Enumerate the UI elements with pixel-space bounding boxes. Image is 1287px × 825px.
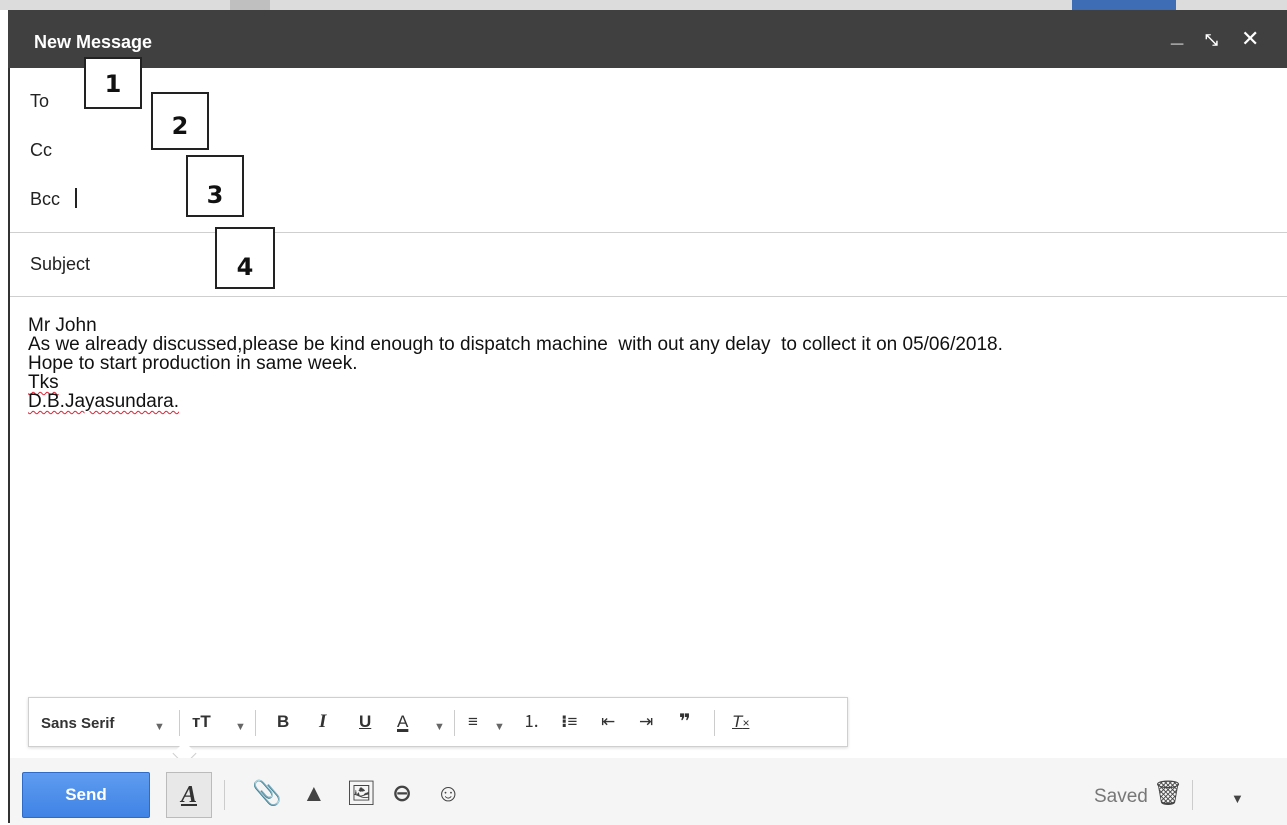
text-cursor bbox=[75, 188, 78, 208]
emoji-icon[interactable]: ☺ bbox=[436, 780, 461, 808]
save-status: Saved bbox=[1094, 786, 1148, 807]
chevron-down-icon[interactable]: ▼ bbox=[154, 717, 165, 737]
separator bbox=[179, 710, 180, 736]
chevron-down-icon[interactable]: ▼ bbox=[434, 717, 445, 737]
compose-titlebar[interactable]: New Message _ ⤡ ✕ bbox=[8, 10, 1287, 68]
link-icon[interactable]: ⊖ bbox=[392, 780, 412, 808]
font-size-icon[interactable]: ᴛT bbox=[192, 712, 211, 732]
to-field[interactable]: To bbox=[30, 91, 49, 112]
separator bbox=[224, 780, 225, 810]
separator bbox=[255, 710, 256, 736]
text-color-icon[interactable]: A bbox=[397, 712, 408, 732]
quote-icon[interactable]: ❞ bbox=[679, 712, 691, 732]
separator bbox=[714, 710, 715, 736]
bcc-field[interactable]: Bcc bbox=[30, 188, 78, 210]
bulleted-list-icon[interactable]: ⁝≡ bbox=[561, 712, 577, 732]
italic-icon[interactable]: I bbox=[319, 712, 326, 732]
cc-field[interactable]: Cc bbox=[30, 140, 52, 161]
message-line: Hope to start production in same week. bbox=[28, 353, 358, 374]
align-icon[interactable]: ≡ bbox=[468, 712, 478, 732]
send-button[interactable]: Send bbox=[22, 772, 150, 818]
message-line: As we already discussed,please be kind e… bbox=[28, 334, 1003, 355]
close-icon[interactable]: ✕ bbox=[1241, 28, 1259, 50]
callout-1: 1 bbox=[84, 57, 142, 109]
callout-2: 2 bbox=[151, 92, 209, 150]
formatting-options-icon[interactable]: A bbox=[166, 772, 212, 818]
drive-icon[interactable]: ▲ bbox=[302, 780, 326, 808]
font-family-select[interactable]: Sans Serif bbox=[41, 714, 114, 734]
font-family-label: Sans Serif bbox=[41, 715, 115, 732]
indent-less-icon[interactable]: ⇤ bbox=[601, 712, 615, 732]
background-block bbox=[230, 0, 270, 10]
attach-icon[interactable]: 📎 bbox=[252, 780, 282, 808]
separator bbox=[454, 710, 455, 736]
background-strip bbox=[0, 0, 1287, 10]
remove-formatting-icon[interactable]: T× bbox=[732, 712, 749, 733]
callout-3: 3 bbox=[186, 155, 244, 217]
chevron-down-icon[interactable]: ▼ bbox=[235, 717, 246, 737]
numbered-list-icon[interactable]: ⒈ bbox=[523, 712, 540, 732]
pop-out-icon[interactable]: ⤡ bbox=[1205, 30, 1218, 52]
subject-field[interactable]: Subject bbox=[30, 254, 90, 275]
message-line: D.B.Jayasundara. bbox=[28, 391, 180, 412]
message-line: Tks bbox=[28, 372, 59, 393]
formatting-toolbar: Sans Serif ▼ ᴛT ▼ B I U A ▼ ≡ ▼ ⒈ ⁝≡ ⇤ ⇥… bbox=[28, 697, 848, 747]
bcc-label: Bcc bbox=[30, 189, 61, 209]
divider bbox=[10, 296, 1287, 297]
window-title: New Message bbox=[34, 32, 153, 52]
bold-icon[interactable]: B bbox=[277, 712, 289, 732]
callout-4: 4 bbox=[215, 227, 275, 289]
message-line: Mr John bbox=[28, 315, 97, 336]
divider bbox=[10, 232, 1287, 233]
message-body[interactable]: Mr John As we already discussed,please b… bbox=[28, 316, 1278, 411]
indent-more-icon[interactable]: ⇥ bbox=[639, 712, 653, 732]
background-accent bbox=[1072, 0, 1176, 10]
separator bbox=[1192, 780, 1193, 810]
minimize-icon[interactable]: _ bbox=[1171, 24, 1183, 46]
chevron-down-icon[interactable]: ▼ bbox=[494, 717, 505, 737]
trash-icon[interactable]: 🗑 bbox=[1153, 780, 1183, 808]
more-options-icon[interactable]: ▼ bbox=[1231, 785, 1244, 813]
underline-icon[interactable]: U bbox=[359, 712, 371, 732]
photo-icon[interactable]: 🖼 bbox=[346, 780, 376, 808]
